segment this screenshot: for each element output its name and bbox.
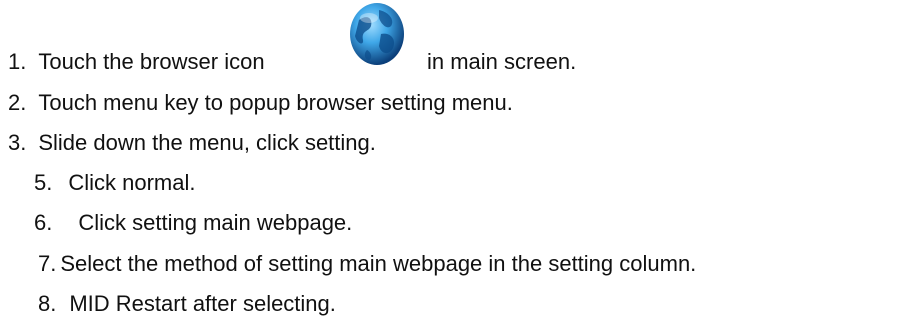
- step-8: 8. MID Restart after selecting.: [38, 290, 336, 318]
- step-number: 3.: [8, 130, 27, 155]
- step-text: Touch the browser icon: [38, 49, 265, 74]
- step-number: 8.: [38, 291, 57, 316]
- step-3: 3. Slide down the menu, click setting.: [8, 129, 376, 157]
- step-text: in main screen.: [427, 49, 577, 74]
- step-2: 2. Touch menu key to popup browser settin…: [8, 89, 513, 117]
- browser-globe-icon: [350, 3, 404, 65]
- step-number: 1.: [8, 49, 27, 74]
- step-number: 2.: [8, 90, 27, 115]
- step-number: 6.: [34, 210, 53, 235]
- step-number: 5.: [34, 170, 53, 195]
- step-text: Touch menu key to popup browser setting …: [38, 90, 513, 115]
- step-6: 6. Click setting main webpage.: [34, 209, 352, 237]
- step-1-continued: in main screen.: [427, 48, 576, 76]
- step-text: Click setting main webpage.: [78, 210, 353, 235]
- step-text: Click normal.: [68, 170, 196, 195]
- step-7: 7. Select the method of setting main webp…: [38, 250, 696, 278]
- step-text: MID Restart after selecting.: [69, 291, 336, 316]
- step-text: Slide down the menu, click setting.: [38, 130, 376, 155]
- step-text: Select the method of setting main webpag…: [60, 251, 697, 276]
- step-number: 7.: [38, 251, 57, 276]
- step-5: 5. Click normal.: [34, 169, 196, 197]
- step-1: 1. Touch the browser icon: [8, 48, 265, 76]
